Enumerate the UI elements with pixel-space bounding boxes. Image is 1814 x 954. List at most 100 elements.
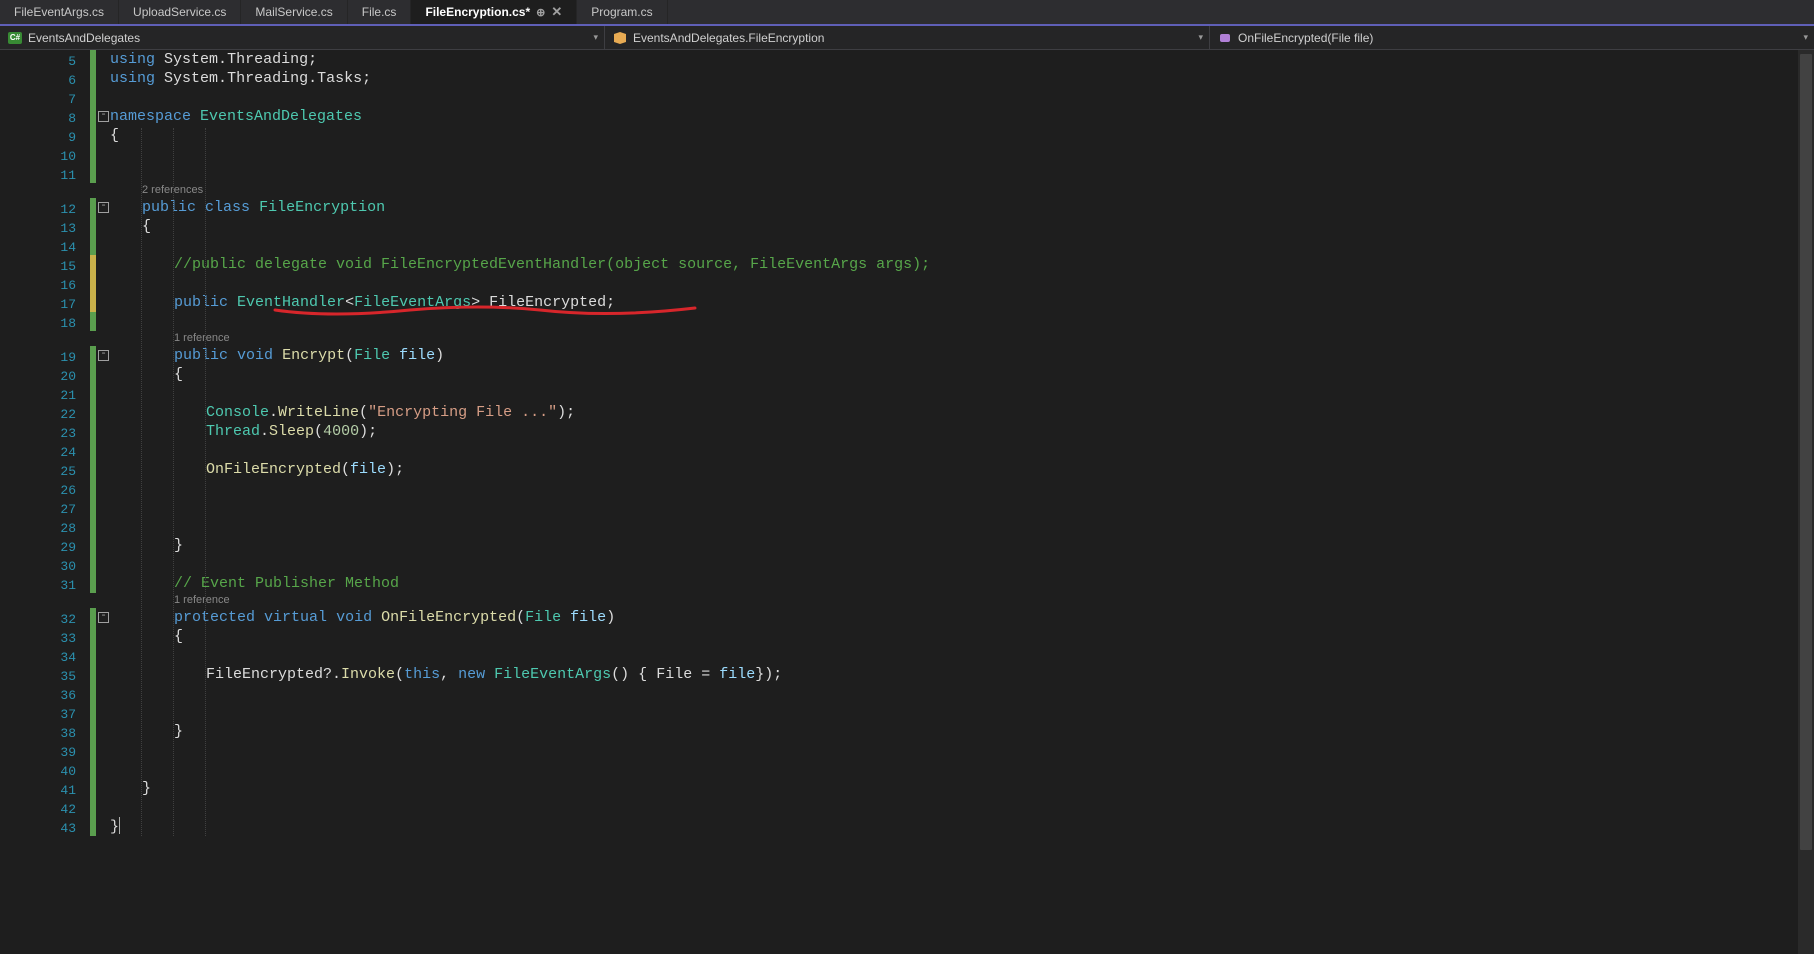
- navigation-bar: C# EventsAndDelegates ▾ EventsAndDelegat…: [0, 26, 1814, 50]
- code-line: public EventHandler<FileEventArgs> FileE…: [174, 293, 615, 312]
- code-line: public void Encrypt(File file): [174, 346, 444, 365]
- csharp-project-icon: C#: [8, 32, 22, 44]
- chevron-down-icon: ▾: [593, 32, 598, 43]
- change-indicator-saved: [90, 107, 96, 126]
- change-indicator-saved: [90, 50, 96, 69]
- codelens-reference-count[interactable]: 1 reference: [174, 331, 230, 346]
- method-icon: [1218, 32, 1232, 44]
- pin-icon[interactable]: ⊕: [536, 6, 545, 19]
- code-line: using System.Threading.Tasks;: [110, 69, 371, 88]
- line-number: 33: [0, 629, 90, 648]
- line-number: 29: [0, 538, 90, 557]
- change-indicator-saved: [90, 236, 96, 255]
- code-text-area[interactable]: using System.Threading;using System.Thre…: [90, 50, 1814, 954]
- line-number: 15: [0, 257, 90, 276]
- change-indicator-saved: [90, 798, 96, 817]
- change-indicator-saved: [90, 779, 96, 798]
- line-number: 16: [0, 276, 90, 295]
- line-number: 10: [0, 147, 90, 166]
- code-line: }: [142, 779, 151, 798]
- change-indicator-saved: [90, 722, 96, 741]
- code-line: // Event Publisher Method: [174, 574, 399, 593]
- code-line: {: [110, 126, 119, 145]
- text-cursor: [119, 817, 120, 834]
- change-indicator-saved: [90, 608, 96, 627]
- change-indicator-saved: [90, 627, 96, 646]
- document-tab[interactable]: Program.cs: [577, 0, 667, 24]
- code-line: {: [174, 627, 183, 646]
- line-number: 38: [0, 724, 90, 743]
- nav-type-dropdown[interactable]: EventsAndDelegates.FileEncryption ▾: [605, 26, 1210, 49]
- line-number: 35: [0, 667, 90, 686]
- fold-toggle-icon[interactable]: -: [98, 111, 109, 122]
- nav-project-dropdown[interactable]: C# EventsAndDelegates ▾: [0, 26, 605, 49]
- code-line: //public delegate void FileEncryptedEven…: [174, 255, 930, 274]
- code-line: protected virtual void OnFileEncrypted(F…: [174, 608, 615, 627]
- line-number: 37: [0, 705, 90, 724]
- line-number: 8: [0, 109, 90, 128]
- indent-guide: [173, 128, 174, 836]
- line-number: 11: [0, 166, 90, 185]
- change-indicator-saved: [90, 479, 96, 498]
- nav-type-label: EventsAndDelegates.FileEncryption: [633, 31, 824, 45]
- line-number: 41: [0, 781, 90, 800]
- code-line: namespace EventsAndDelegates: [110, 107, 362, 126]
- tab-label: FileEncryption.cs*: [425, 5, 530, 19]
- document-tab[interactable]: MailService.cs: [241, 0, 347, 24]
- code-line: using System.Threading;: [110, 50, 317, 69]
- line-number: 23: [0, 424, 90, 443]
- change-indicator-saved: [90, 703, 96, 722]
- fold-toggle-icon[interactable]: -: [98, 350, 109, 361]
- change-indicator-saved: [90, 741, 96, 760]
- change-indicator-saved: [90, 217, 96, 236]
- vertical-scrollbar[interactable]: [1798, 50, 1814, 954]
- code-line: {: [174, 365, 183, 384]
- fold-toggle-icon[interactable]: -: [98, 202, 109, 213]
- document-tab[interactable]: UploadService.cs: [119, 0, 241, 24]
- tab-label: FileEventArgs.cs: [14, 5, 104, 19]
- line-number: 39: [0, 743, 90, 762]
- line-number: 21: [0, 386, 90, 405]
- scrollbar-thumb[interactable]: [1800, 54, 1812, 850]
- code-editor[interactable]: 5678910111213141516171819202122232425262…: [0, 50, 1814, 954]
- tab-label: UploadService.cs: [133, 5, 226, 19]
- document-tab[interactable]: FileEncryption.cs* ⊕ ✕: [411, 0, 577, 24]
- line-number: 17: [0, 295, 90, 314]
- indent-guide: [205, 128, 206, 836]
- fold-toggle-icon[interactable]: -: [98, 612, 109, 623]
- line-number: 20: [0, 367, 90, 386]
- code-line: public class FileEncryption: [142, 198, 385, 217]
- change-indicator-saved: [90, 346, 96, 365]
- code-line: }: [110, 817, 120, 836]
- line-number: 19: [0, 348, 90, 367]
- codelens-reference-count[interactable]: 1 reference: [174, 593, 230, 608]
- document-tab[interactable]: FileEventArgs.cs: [0, 0, 119, 24]
- tab-label: Program.cs: [591, 5, 652, 19]
- change-indicator-saved: [90, 646, 96, 665]
- change-indicator-saved: [90, 460, 96, 479]
- nav-member-label: OnFileEncrypted(File file): [1238, 31, 1373, 45]
- line-number: 28: [0, 519, 90, 538]
- close-icon[interactable]: ✕: [551, 4, 562, 20]
- change-indicator-saved: [90, 69, 96, 88]
- line-number: 36: [0, 686, 90, 705]
- line-number: 9: [0, 128, 90, 147]
- line-number: 24: [0, 443, 90, 462]
- nav-member-dropdown[interactable]: OnFileEncrypted(File file) ▾: [1210, 26, 1814, 49]
- change-indicator-modified: [90, 274, 96, 293]
- code-line: }: [174, 722, 183, 741]
- change-indicator-saved: [90, 817, 96, 836]
- line-number: 13: [0, 219, 90, 238]
- line-number: 6: [0, 71, 90, 90]
- change-indicator-saved: [90, 760, 96, 779]
- nav-project-label: EventsAndDelegates: [28, 31, 140, 45]
- document-tab[interactable]: File.cs: [348, 0, 412, 24]
- change-indicator-saved: [90, 665, 96, 684]
- change-indicator-saved: [90, 574, 96, 593]
- change-indicator-saved: [90, 384, 96, 403]
- line-number: 34: [0, 648, 90, 667]
- indent-guide: [141, 128, 142, 836]
- line-number: 30: [0, 557, 90, 576]
- code-line: {: [142, 217, 151, 236]
- line-number: 25: [0, 462, 90, 481]
